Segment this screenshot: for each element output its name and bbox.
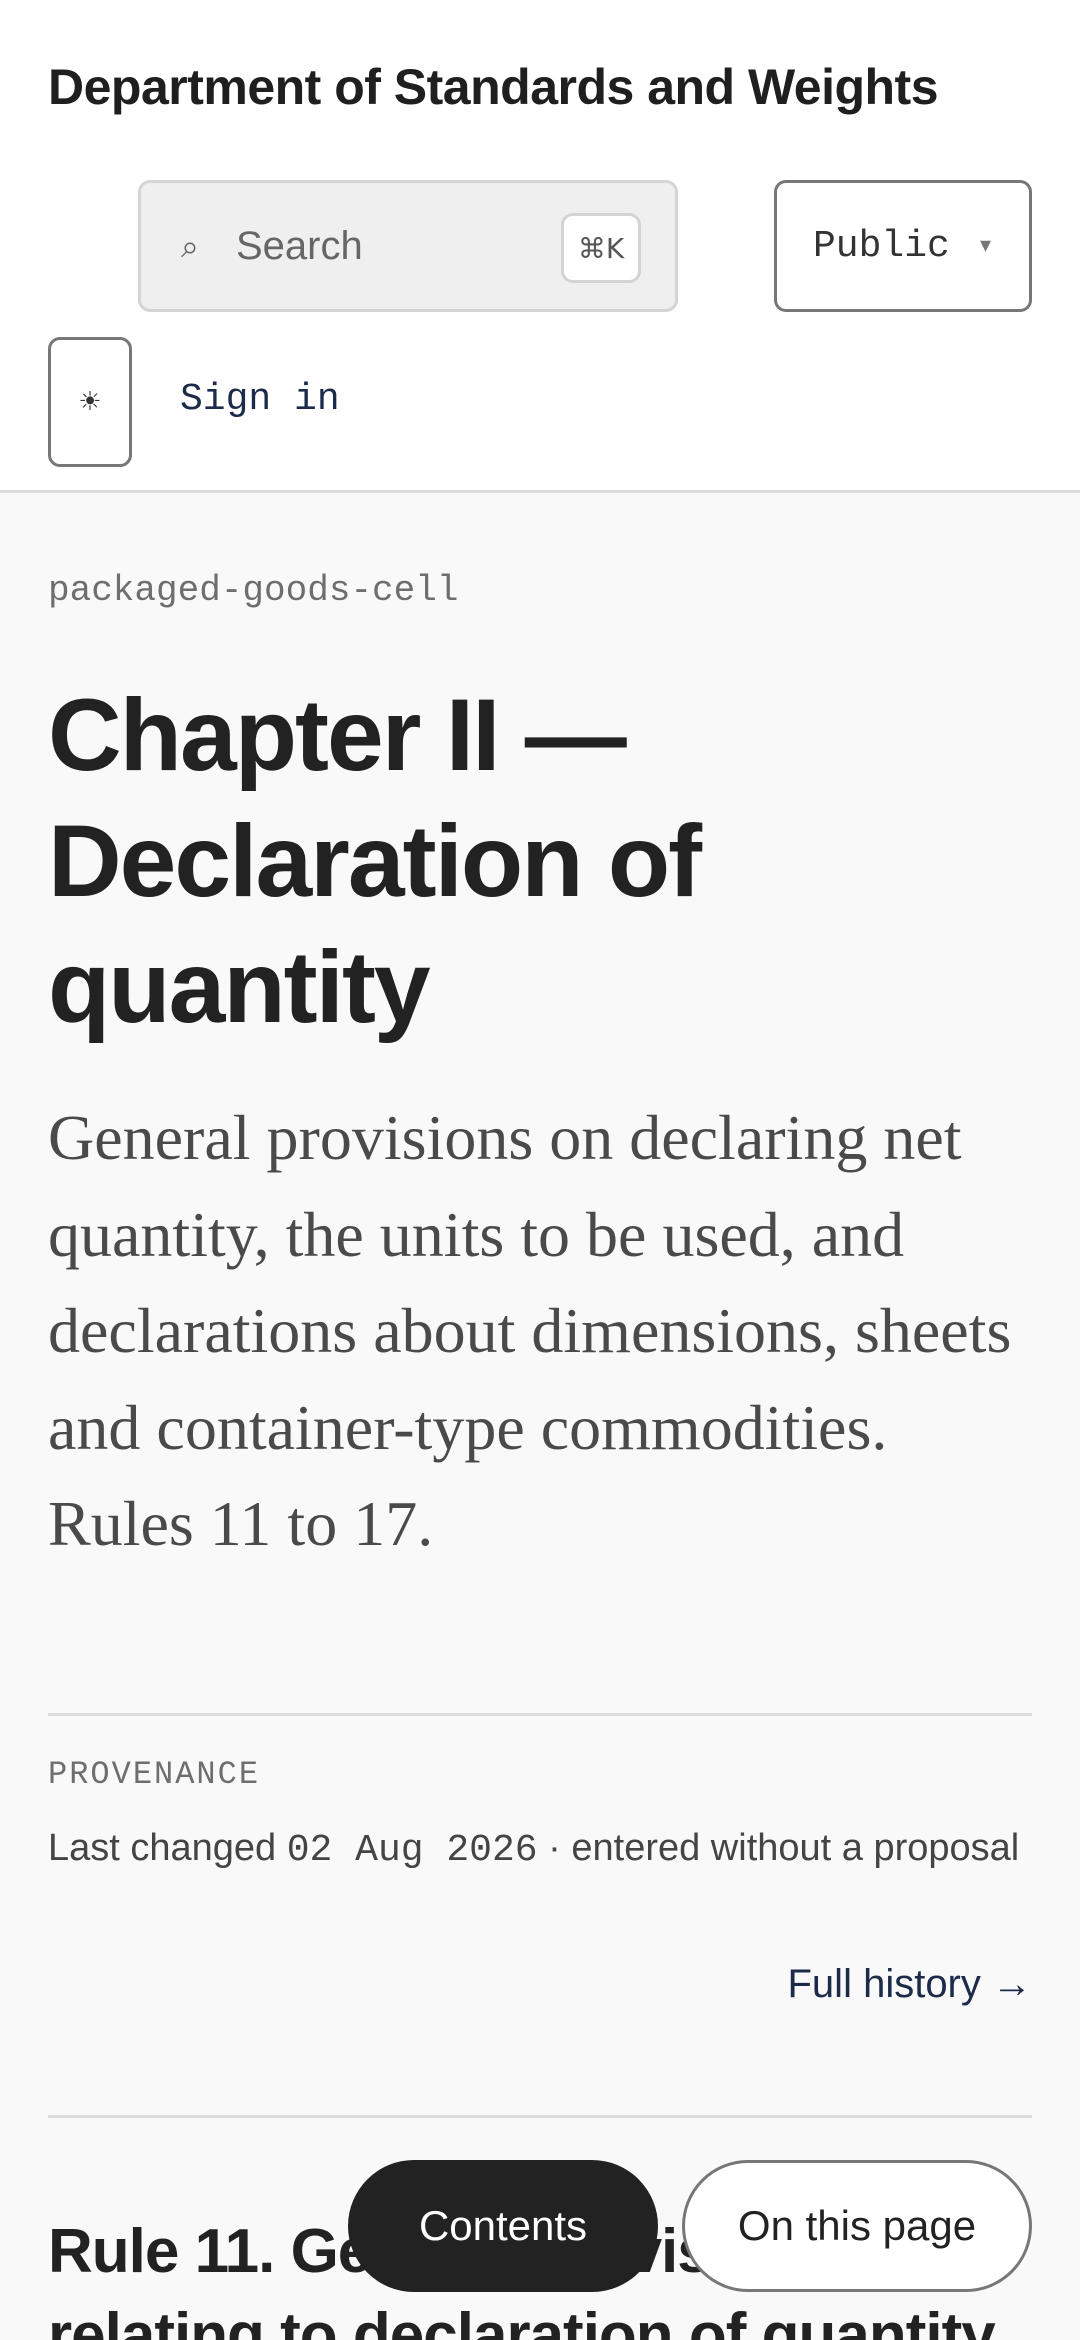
site-header: Department of Standards and Weights ⌕ ⌘K… bbox=[0, 0, 1080, 493]
provenance-text: Last changed 02 Aug 2026 · entered witho… bbox=[48, 1818, 1032, 1881]
provenance-label: PROVENANCE bbox=[48, 1756, 261, 1793]
full-history-link[interactable]: Full history → bbox=[788, 1962, 1033, 2007]
visibility-selected-value: Public bbox=[813, 224, 950, 268]
search-input[interactable] bbox=[236, 213, 536, 279]
site-title[interactable]: Department of Standards and Weights bbox=[48, 58, 939, 116]
sign-in-link[interactable]: Sign in bbox=[180, 378, 340, 421]
page-title: Chapter II — Declaration of quantity bbox=[48, 678, 702, 1044]
keyboard-shortcut-badge: ⌘K bbox=[561, 213, 641, 283]
divider bbox=[48, 2115, 1032, 2118]
theme-toggle-button[interactable]: ☀ bbox=[48, 337, 132, 467]
on-this-page-button[interactable]: On this page bbox=[682, 2160, 1032, 2292]
search-box[interactable]: ⌕ ⌘K bbox=[138, 180, 678, 312]
divider bbox=[48, 1713, 1032, 1716]
provenance-date: 02 Aug 2026 bbox=[286, 1829, 538, 1872]
contents-button[interactable]: Contents bbox=[348, 2160, 658, 2292]
page-intro: General provisions on declaring net quan… bbox=[48, 1102, 1012, 1559]
sun-icon: ☀ bbox=[78, 387, 102, 417]
chevron-down-icon: ▾ bbox=[979, 233, 991, 258]
search-icon: ⌕ bbox=[181, 227, 199, 265]
page-slug: packaged-goods-cell bbox=[48, 570, 459, 611]
provenance-prefix: Last changed bbox=[48, 1827, 277, 1869]
visibility-select[interactable]: Public ▾ bbox=[774, 180, 1032, 312]
provenance-suffix: · entered without a proposal bbox=[548, 1827, 1020, 1869]
